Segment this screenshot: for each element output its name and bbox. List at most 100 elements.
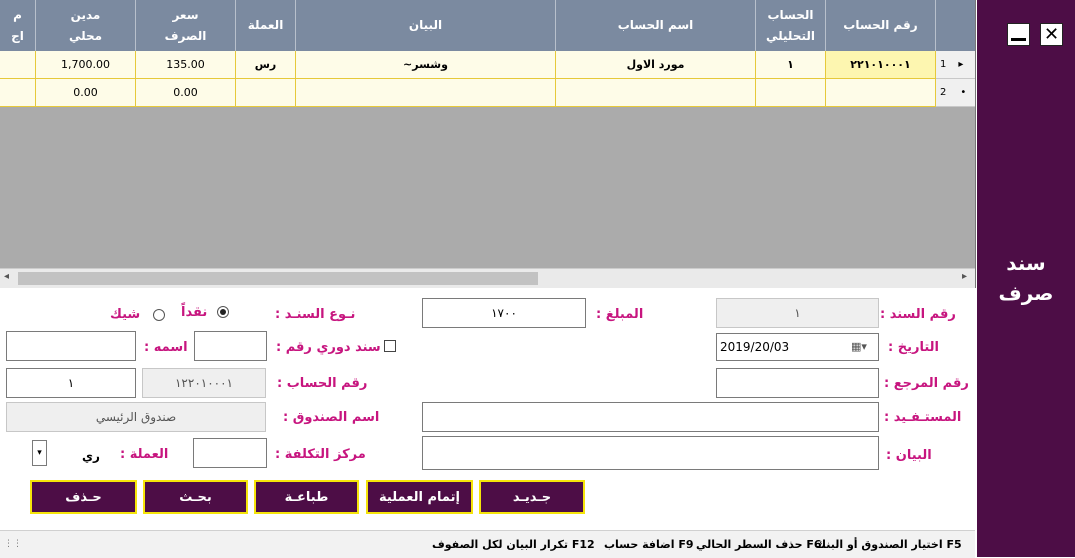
close-button[interactable]: ✕ bbox=[1040, 23, 1063, 46]
entries-grid: م اج مدين محلي سعر الصرف العملة البيان ا… bbox=[0, 0, 976, 288]
scrollbar-thumb[interactable] bbox=[18, 272, 538, 285]
cost-center-input[interactable] bbox=[194, 439, 266, 467]
cell-currency[interactable] bbox=[236, 79, 296, 107]
window-title: سند صرف bbox=[998, 251, 1054, 305]
row-number: 2 bbox=[940, 87, 947, 98]
minimize-icon bbox=[1011, 38, 1026, 41]
column-header-extra[interactable]: م اج bbox=[0, 0, 36, 51]
cell-account-name[interactable]: مورد الاول bbox=[556, 51, 756, 79]
account-no-label: رقم الحساب : bbox=[277, 376, 368, 391]
voucher-type-label: نـوع السنـد : bbox=[275, 307, 356, 322]
cell-exchange-rate[interactable]: 0.00 bbox=[136, 79, 236, 107]
cell-statement[interactable]: ~وشسر bbox=[296, 51, 556, 79]
status-f6: F6 حذف السطر الحالي bbox=[696, 538, 822, 551]
statement-input[interactable] bbox=[423, 437, 878, 469]
cell-analytical[interactable] bbox=[756, 79, 826, 107]
reference-label: رقم المرجع : bbox=[884, 376, 969, 391]
currency-value: ري bbox=[82, 449, 100, 463]
scroll-right-icon[interactable]: ▸ bbox=[962, 271, 967, 282]
cell-extra[interactable] bbox=[0, 79, 36, 107]
cell-statement[interactable] bbox=[296, 79, 556, 107]
voucher-no-field: ١ bbox=[716, 298, 879, 328]
cash-label: نقداً bbox=[181, 305, 208, 320]
name-label: اسمه : bbox=[144, 340, 188, 355]
cell-local-debit[interactable]: 1,700.00 bbox=[36, 51, 136, 79]
search-button[interactable]: بحـث bbox=[143, 480, 248, 514]
resize-grip-icon[interactable]: ⋮⋮ bbox=[4, 539, 22, 549]
name-input[interactable] bbox=[7, 332, 135, 360]
cell-analytical[interactable]: ١ bbox=[756, 51, 826, 79]
voucher-no-value: ١ bbox=[794, 306, 801, 320]
new-row-icon: • bbox=[960, 87, 967, 98]
row-selector[interactable]: 1 ▸ bbox=[936, 51, 975, 79]
account-sub-input[interactable] bbox=[7, 369, 135, 397]
fund-name-value: صندوق الرئيسي bbox=[95, 410, 177, 424]
currency-label: العملة : bbox=[120, 447, 169, 462]
amount-label: المبلغ : bbox=[596, 307, 644, 322]
column-header-currency[interactable]: العملة bbox=[236, 0, 296, 51]
cell-account-name[interactable] bbox=[556, 79, 756, 107]
cell-exchange-rate[interactable]: 135.00 bbox=[136, 51, 236, 79]
print-button[interactable]: طباعـة bbox=[254, 480, 359, 514]
account-no-value: ١٢٢٠١٠٠٠١ bbox=[174, 376, 233, 390]
reference-field[interactable] bbox=[716, 368, 879, 398]
table-row[interactable]: 1,700.00 135.00 رس ~وشسر مورد الاول ١ ٢٢… bbox=[0, 51, 975, 79]
periodic-checkbox[interactable] bbox=[384, 340, 396, 352]
column-header-exchange-rate[interactable]: سعر الصرف bbox=[136, 0, 236, 51]
column-header-local-debit[interactable]: مدين محلي bbox=[36, 0, 136, 51]
status-f5: F5 اختيار الصندوق أو البنك bbox=[816, 538, 962, 551]
cell-account-no[interactable]: ٢٢١٠١٠٠٠١ bbox=[826, 51, 936, 79]
currency-dropdown[interactable]: ▾ bbox=[32, 440, 47, 466]
fund-name-label: اسم الصندوق : bbox=[283, 410, 380, 425]
column-header-account-name[interactable]: اسم الحساب bbox=[556, 0, 756, 51]
cell-local-debit[interactable]: 0.00 bbox=[36, 79, 136, 107]
cell-extra[interactable] bbox=[0, 51, 36, 79]
column-header-analytical[interactable]: الحساب التحليلي bbox=[756, 0, 826, 51]
status-f9: F9 اضافة حساب bbox=[604, 538, 694, 551]
date-label: التاريخ : bbox=[888, 340, 939, 355]
voucher-no-label: رقم السند : bbox=[880, 307, 956, 322]
name-field[interactable] bbox=[6, 331, 136, 361]
new-button[interactable]: جـديـد bbox=[479, 480, 585, 514]
statement-field[interactable] bbox=[422, 436, 879, 470]
beneficiary-input[interactable] bbox=[423, 403, 878, 431]
beneficiary-field[interactable] bbox=[422, 402, 879, 432]
account-sub-field[interactable] bbox=[6, 368, 136, 398]
check-label: شيك bbox=[110, 307, 141, 322]
amount-field[interactable] bbox=[422, 298, 586, 328]
scroll-left-icon[interactable]: ◂ bbox=[4, 271, 9, 282]
horizontal-scrollbar[interactable]: ◂ ▸ bbox=[0, 268, 975, 288]
current-row-icon: ▸ bbox=[958, 59, 964, 70]
status-bar: F5 اختيار الصندوق أو البنك F6 حذف السطر … bbox=[0, 530, 975, 558]
status-f12: F12 تكرار البيان لكل الصفوف bbox=[432, 538, 595, 551]
fund-name-field: صندوق الرئيسي bbox=[6, 402, 266, 432]
cost-center-label: مركز التكلفة : bbox=[275, 447, 366, 462]
calendar-icon[interactable]: ▦▾ bbox=[851, 340, 867, 353]
reference-input[interactable] bbox=[717, 369, 878, 397]
account-no-field: ١٢٢٠١٠٠٠١ bbox=[142, 368, 266, 398]
cost-center-field[interactable] bbox=[193, 438, 267, 468]
column-header-statement[interactable]: البيان bbox=[296, 0, 556, 51]
cell-account-no[interactable] bbox=[826, 79, 936, 107]
chevron-down-icon: ▾ bbox=[37, 448, 42, 458]
periodic-label: سند دوري رقم : bbox=[276, 340, 381, 355]
date-value: 2019/20/03 bbox=[720, 340, 790, 354]
periodic-no-field[interactable] bbox=[194, 331, 267, 361]
column-header-account-no[interactable]: رقم الحساب bbox=[826, 0, 936, 51]
amount-input[interactable] bbox=[423, 299, 585, 327]
delete-button[interactable]: حـذف bbox=[30, 480, 137, 514]
voucher-window: م اج مدين محلي سعر الصرف العملة البيان ا… bbox=[0, 0, 1075, 558]
beneficiary-label: المستـفـيد : bbox=[884, 410, 962, 425]
column-header-row-selector bbox=[936, 0, 975, 51]
date-picker[interactable]: 2019/20/03 ▦▾ bbox=[716, 333, 879, 361]
cash-radio[interactable] bbox=[217, 306, 229, 318]
minimize-button[interactable] bbox=[1007, 23, 1030, 46]
cell-currency[interactable]: رس bbox=[236, 51, 296, 79]
periodic-no-input[interactable] bbox=[195, 332, 266, 360]
row-selector[interactable]: 2 • bbox=[936, 79, 975, 107]
table-row[interactable]: 0.00 0.00 2 • bbox=[0, 79, 975, 107]
complete-button[interactable]: إتمام العملية bbox=[366, 480, 473, 514]
grid-header: م اج مدين محلي سعر الصرف العملة البيان ا… bbox=[0, 0, 975, 51]
statement-label: البيان : bbox=[886, 448, 932, 463]
check-radio[interactable] bbox=[153, 309, 165, 321]
